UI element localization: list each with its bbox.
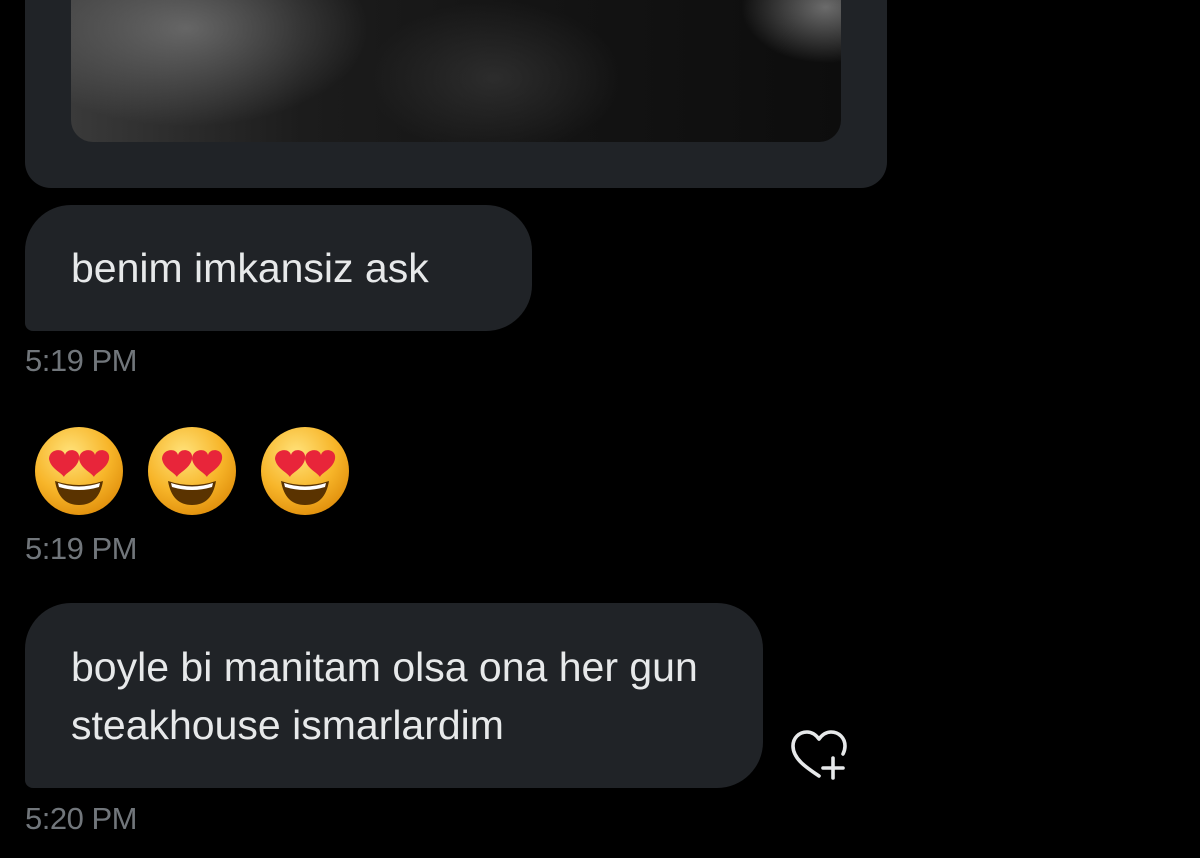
dm-conversation: benim imkansiz ask 5:19 PM 5:19 PM boyle… bbox=[0, 0, 1200, 858]
message-bubble[interactable]: benim imkansiz ask bbox=[25, 205, 532, 331]
heart-plus-icon bbox=[791, 730, 847, 780]
emoji-message[interactable] bbox=[33, 425, 351, 517]
message-bubble[interactable]: boyle bi manitam olsa ona her gun steakh… bbox=[25, 603, 763, 788]
add-reaction-button[interactable] bbox=[789, 728, 851, 784]
message-timestamp: 5:20 PM bbox=[25, 801, 137, 836]
message-timestamp: 5:19 PM bbox=[25, 531, 137, 566]
media-message-bubble[interactable] bbox=[25, 0, 887, 188]
message-text: benim imkansiz ask bbox=[71, 245, 429, 291]
message-text: boyle bi manitam olsa ona her gun steakh… bbox=[71, 644, 698, 748]
message-timestamp: 5:19 PM bbox=[25, 343, 137, 378]
heart-eyes-emoji bbox=[261, 427, 349, 515]
heart-eyes-emoji bbox=[35, 427, 123, 515]
message-photo[interactable] bbox=[71, 0, 841, 142]
heart-eyes-emoji bbox=[148, 427, 236, 515]
